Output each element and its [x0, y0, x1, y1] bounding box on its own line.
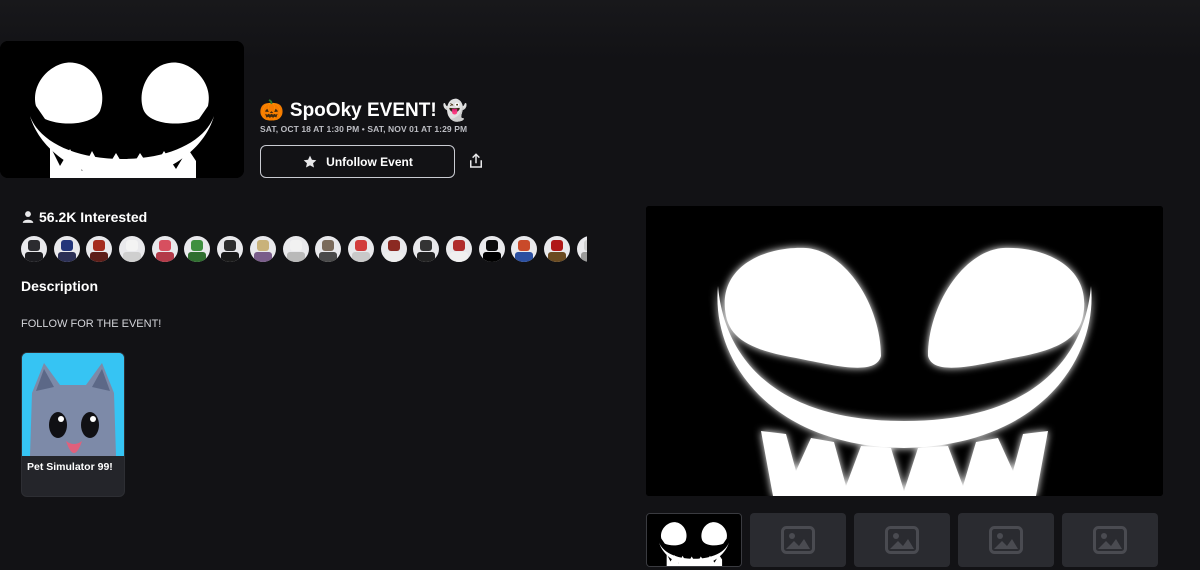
spooky-face-image [0, 41, 244, 178]
media-thumbnail-4[interactable] [958, 513, 1054, 567]
person-icon [22, 211, 34, 223]
interested-avatar[interactable] [21, 236, 47, 262]
description-text: FOLLOW FOR THE EVENT! [21, 318, 162, 330]
avatar-head [224, 240, 237, 251]
avatar-body [155, 252, 174, 262]
avatar-body [286, 252, 305, 262]
interested-avatar[interactable] [576, 236, 587, 262]
interested-label: 56.2K Interested [39, 209, 148, 225]
avatar-head [420, 240, 433, 251]
interested-avatar[interactable] [347, 236, 374, 262]
event-dates: SAT, OCT 18 AT 1:30 PM • SAT, NOV 01 AT … [260, 124, 468, 134]
share-button[interactable] [465, 150, 487, 172]
interested-avatar[interactable] [478, 236, 505, 262]
unfollow-event-button[interactable]: Unfollow Event [260, 145, 455, 178]
image-placeholder-icon [1093, 526, 1127, 554]
avatar-body [548, 252, 566, 262]
game-name: Pet Simulator 99! [27, 461, 113, 473]
pumpkin-icon: 🎃 [259, 100, 284, 122]
avatar-body [123, 252, 142, 262]
image-placeholder-icon [781, 526, 815, 554]
interested-avatar[interactable] [184, 236, 211, 262]
event-page: 🎃 SpoOky EVENT! 👻 SAT, OCT 18 AT 1:30 PM… [0, 0, 1200, 570]
event-title-text: SpoOky EVENT! [289, 100, 437, 121]
interested-avatar[interactable] [282, 236, 309, 262]
interested-avatar[interactable] [413, 236, 440, 262]
interested-avatar[interactable] [119, 236, 146, 262]
media-thumbnails [646, 513, 1158, 567]
description-heading: Description [21, 278, 99, 294]
avatar-head [126, 240, 139, 251]
image-placeholder-icon [989, 526, 1023, 554]
interested-avatar[interactable] [315, 236, 342, 262]
media-thumbnail-2[interactable] [750, 513, 846, 567]
avatar-body [25, 252, 43, 262]
avatar-head [191, 240, 204, 251]
spooky-face-image [647, 514, 741, 566]
avatar-body [449, 252, 468, 262]
avatar-body [221, 252, 240, 262]
event-thumbnail [0, 41, 244, 178]
game-card[interactable]: Pet Simulator 99! [21, 352, 125, 497]
interested-avatar[interactable] [86, 236, 113, 262]
avatar-head [354, 240, 367, 251]
star-icon [303, 155, 317, 168]
interested-avatars [21, 236, 587, 262]
avatar-head [518, 240, 531, 251]
interested-avatar[interactable] [380, 236, 407, 262]
avatar-head [452, 240, 465, 251]
event-title: 🎃 SpoOky EVENT! 👻 [259, 97, 468, 125]
avatar-body [253, 252, 272, 262]
avatar-body [384, 252, 403, 262]
avatar-head [551, 240, 563, 251]
avatar-head [322, 240, 335, 251]
event-media-main[interactable] [646, 206, 1163, 496]
game-thumbnail [22, 353, 124, 456]
avatar-head [289, 240, 302, 251]
share-icon [470, 153, 482, 168]
interested-count: 56.2K Interested [21, 209, 147, 225]
avatar-head [583, 240, 587, 251]
avatar-body [90, 252, 109, 262]
avatar-head [60, 240, 73, 251]
avatar-body [188, 252, 207, 262]
avatar-head [28, 240, 40, 251]
media-thumbnail-3[interactable] [854, 513, 950, 567]
avatar-body [351, 252, 370, 262]
spooky-face-image [646, 206, 1163, 496]
interested-avatar[interactable] [151, 236, 178, 262]
image-placeholder-icon [885, 526, 919, 554]
avatar-body [417, 252, 436, 262]
interested-avatar[interactable] [249, 236, 276, 262]
avatar-head [485, 240, 498, 251]
interested-avatar[interactable] [217, 236, 244, 262]
media-thumbnail-5[interactable] [1062, 513, 1158, 567]
interested-avatar[interactable] [445, 236, 472, 262]
ghost-icon: 👻 [442, 100, 468, 122]
interested-avatar[interactable] [511, 236, 538, 262]
interested-avatar[interactable] [544, 236, 570, 262]
avatar-head [93, 240, 106, 251]
avatar-body [580, 252, 587, 262]
media-thumbnail-1[interactable] [646, 513, 742, 567]
avatar-body [319, 252, 338, 262]
avatar-body [482, 252, 501, 262]
avatar-head [387, 240, 400, 251]
unfollow-event-label: Unfollow Event [326, 154, 413, 169]
avatar-body [515, 252, 534, 262]
avatar-body [57, 252, 76, 262]
avatar-head [158, 240, 171, 251]
avatar-head [256, 240, 269, 251]
interested-avatar[interactable] [53, 236, 80, 262]
